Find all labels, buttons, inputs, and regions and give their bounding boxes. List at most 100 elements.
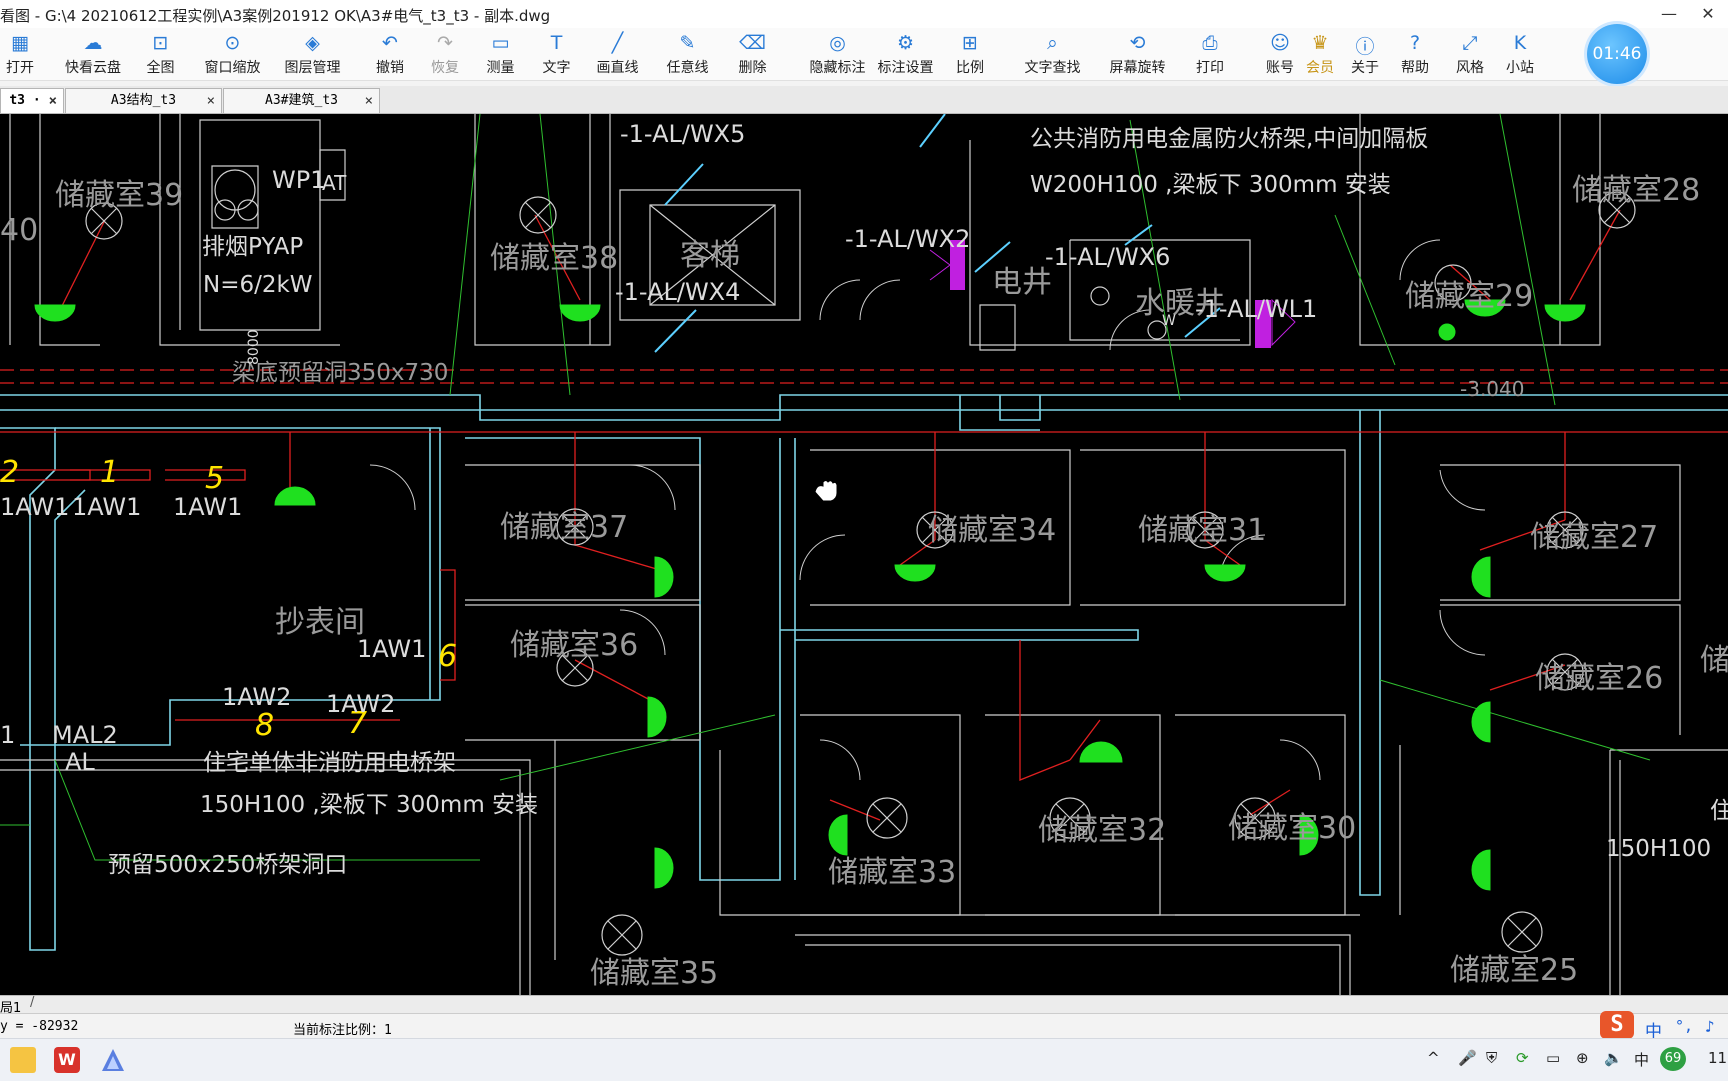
toolbar-button-k-site[interactable]: K 小站 (1500, 32, 1540, 78)
undo-icon: ↶ (382, 32, 398, 54)
toolbar-label: 打开 (6, 60, 34, 76)
note-text: 8000 (246, 329, 262, 365)
note-text: 150H100 (1606, 836, 1711, 862)
toolbar-button-fit-all[interactable]: ⊡ 全图 (138, 32, 183, 78)
toolbar-button-layers[interactable]: ◈ 图层管理 (275, 32, 350, 78)
toolbar-button-user[interactable]: ☺ 账号 (1260, 32, 1300, 78)
sync-icon[interactable]: ⟳ (1516, 1049, 1529, 1067)
note-text: W200H100 ,梁板下 300mm 安装 (1030, 172, 1391, 198)
cad-drawing[interactable]: 2 1 5 6 8 7 储藏室39 储藏室38 储藏室28 储藏室29 储藏室3… (0, 114, 1728, 995)
volume-icon[interactable]: 🔈 (1604, 1049, 1623, 1067)
circuit-label: AL (65, 748, 95, 776)
close-icon[interactable]: × (207, 89, 215, 113)
taskbar-clock[interactable]: 11 (1708, 1049, 1727, 1067)
toolbar-label: 文字查找 (1024, 60, 1081, 76)
toolbar-label: 风格 (1456, 60, 1484, 76)
toolbar-button-undo[interactable]: ↶ 撤销 (370, 32, 410, 78)
toolbar-label: 账号 (1266, 60, 1294, 76)
drawing-canvas[interactable]: 2 1 5 6 8 7 储藏室39 储藏室38 储藏室28 储藏室29 储藏室3… (0, 114, 1728, 995)
room-label: 抄表间 (275, 605, 365, 640)
close-button[interactable]: ✕ (1688, 2, 1728, 26)
toolbar-button-text-search[interactable]: ⌕ 文字查找 (1015, 32, 1090, 78)
circuit-label: -1-AL/WX5 (620, 120, 745, 148)
close-icon[interactable]: × (49, 89, 57, 113)
toolbar-label: 快看云盘 (65, 60, 121, 76)
toolbar-button-annotation-settings[interactable]: ⚙ 标注设置 (868, 32, 943, 78)
toolbar-button-style[interactable]: ⤢ 风格 (1450, 32, 1490, 78)
user-icon: ☺ (1270, 32, 1290, 54)
toolbar-button-redo[interactable]: ↷ 恢复 (425, 32, 465, 78)
folder-open-icon: ▦ (11, 32, 29, 54)
network-icon[interactable]: ⊕ (1576, 1049, 1589, 1067)
toolbar-button-line[interactable]: ╱ 画直线 (590, 32, 645, 78)
note-text: 150H100 ,梁板下 300mm 安装 (200, 792, 538, 818)
room-label: 储藏室28 (1572, 173, 1700, 208)
toolbar-button-pen[interactable]: ✎ 任意线 (660, 32, 715, 78)
toolbar-button-ruler[interactable]: ▭ 测量 (478, 32, 523, 78)
battery-icon[interactable]: ▭ (1546, 1049, 1560, 1067)
sogou-ime-icon[interactable]: S (1600, 1011, 1634, 1039)
document-tabs: t3 · × A3结构_t3 × A3#建筑_t3 × (0, 86, 1728, 114)
room-label: 储藏室30 (1228, 811, 1356, 846)
fixture-circles (85, 149, 1636, 956)
toolbar-button-window-zoom[interactable]: ⊙ 窗口缩放 (195, 32, 270, 78)
close-icon[interactable]: × (365, 89, 373, 113)
circuit-label: -1-AL/WX6 (1045, 243, 1170, 271)
toolbar-label: 画直线 (596, 60, 639, 76)
toolbar-label: 隐藏标注 (809, 60, 866, 76)
toolbar-label: 比例 (956, 60, 984, 76)
toolbar-label: 小站 (1506, 60, 1534, 76)
toolbar-label: 标注设置 (877, 60, 934, 76)
toolbar-button-cloud[interactable]: ☁ 快看云盘 (58, 32, 128, 78)
toolbar-label: 全图 (146, 60, 175, 76)
security-icon[interactable]: ⛨ (1486, 1049, 1497, 1067)
help-icon: ? (1409, 32, 1421, 54)
toolbar-button-eye-hide[interactable]: ◎ 隐藏标注 (800, 32, 875, 78)
room-label: 储藏室27 (1530, 520, 1658, 555)
main-toolbar: ▦ 打开 ☁ 快看云盘 ⊡ 全图 ⊙ 窗口缩放 ◈ 图层管理 ↶ 撤销 ↷ 恢复 ▭ 测量 T 文字 ╱ 画直线 ✎ 任意… (0, 28, 1728, 81)
note-text: N=6/2kW (203, 272, 313, 298)
clock-badge[interactable]: 01:46 (1587, 24, 1647, 84)
file-explorer-icon[interactable] (10, 1047, 36, 1073)
tab-jianzhu[interactable]: A3#建筑_t3 × (223, 88, 380, 113)
ime-punctuation[interactable]: °, (1675, 1017, 1693, 1035)
tab-jiegou[interactable]: A3结构_t3 × (65, 88, 222, 113)
note-text: 公共消防用电金属防火桥架,中间加隔板 (1030, 126, 1428, 152)
cad-viewer-icon[interactable] (100, 1047, 126, 1073)
handwritten-number: 2 (0, 455, 19, 490)
room-label: 电井 (992, 265, 1052, 300)
notification-badge[interactable]: 69 (1660, 1047, 1686, 1071)
circuit-label: 1 (0, 721, 15, 749)
toolbar-button-vip[interactable]: ♛ 会员 (1300, 32, 1340, 78)
room-label: 储藏室36 (510, 628, 638, 663)
chevron-up-icon[interactable]: ^ (1427, 1049, 1440, 1067)
microphone-tray-icon[interactable]: 🎤 (1458, 1049, 1477, 1067)
toolbar-button-scale[interactable]: ⊞ 比例 (950, 32, 990, 78)
style-icon: ⤢ (1462, 32, 1478, 54)
tab-dianqi[interactable]: t3 · × (0, 88, 64, 113)
room-label: 储藏室26 (1535, 661, 1663, 696)
eye-hide-icon: ◎ (829, 32, 846, 54)
note-text: 排烟PYAP (202, 234, 303, 260)
toolbar-button-info[interactable]: ⓘ 关于 (1345, 32, 1385, 78)
circuit-label: MAL2 (52, 721, 118, 749)
room-label: 储藏室25 (1450, 953, 1578, 988)
note-text: W (1162, 313, 1176, 329)
input-language[interactable]: 中 (1634, 1049, 1649, 1070)
minimize-button[interactable]: — (1649, 2, 1689, 26)
handwritten-number: 6 (438, 639, 457, 674)
toolbar-button-rotate-screen[interactable]: ⟲ 屏幕旋转 (1100, 32, 1175, 78)
note-text: 住 (1710, 798, 1728, 824)
microphone-icon[interactable]: ♪ (1705, 1017, 1715, 1036)
toolbar-button-folder-open[interactable]: ▦ 打开 (0, 32, 40, 78)
toolbar-button-help[interactable]: ? 帮助 (1395, 32, 1435, 78)
toolbar-button-eraser[interactable]: ⌫ 删除 (730, 32, 775, 78)
toolbar-button-text[interactable]: T 文字 (534, 32, 579, 78)
eraser-icon: ⌫ (739, 32, 766, 54)
wps-icon[interactable]: W (54, 1047, 80, 1073)
status-bar: y = -82932 当前标注比例：1 S 中 °, ♪ (0, 1011, 1728, 1042)
rotate-screen-icon: ⟲ (1129, 32, 1146, 54)
circuit-labels: -1-AL/WX5 -1-AL/WX4 -1-AL/WX2 -1-AL/WX6 … (0, 120, 1317, 776)
toolbar-button-printer[interactable]: ⎙ 打印 (1190, 32, 1230, 78)
redo-icon: ↷ (437, 32, 453, 54)
